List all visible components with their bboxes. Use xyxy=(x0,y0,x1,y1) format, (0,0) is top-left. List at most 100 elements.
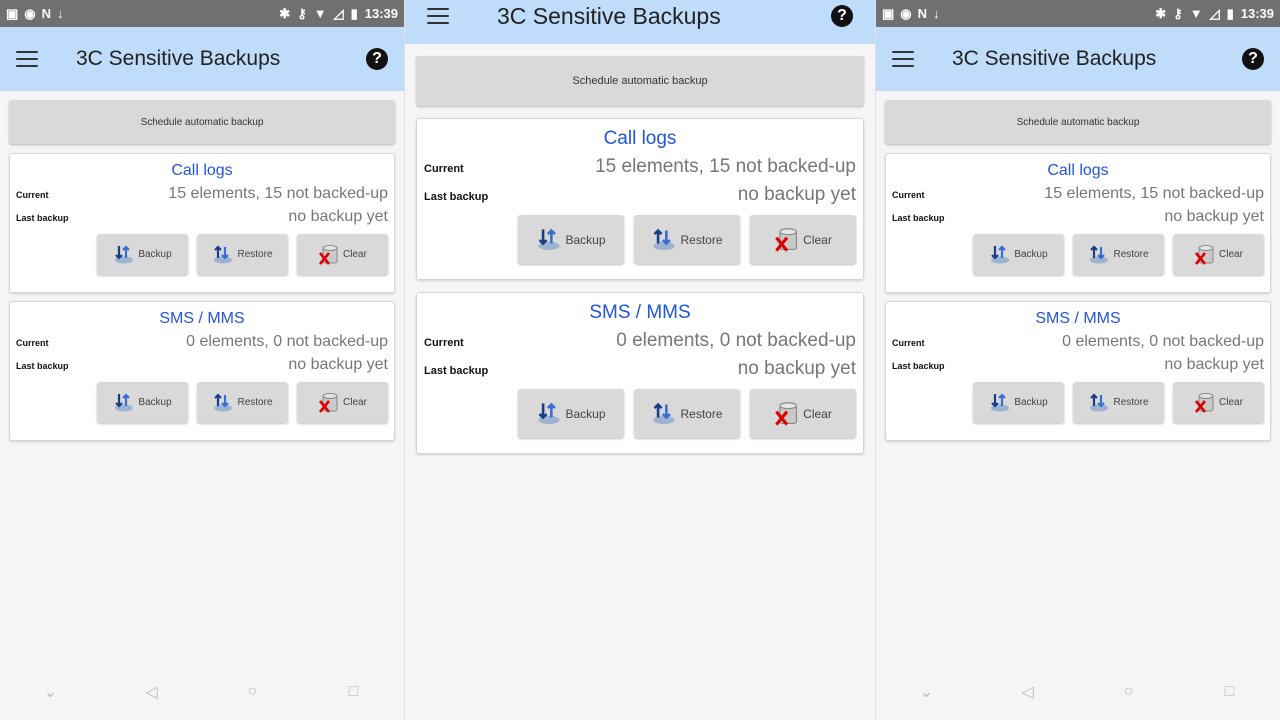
backup-label: Backup xyxy=(1014,249,1048,260)
card-title: Call logs xyxy=(171,162,233,179)
database-delete-icon xyxy=(318,244,340,266)
call-logs-card: Call logs Current 15 elements, 15 not bac… xyxy=(885,153,1271,293)
backup-button[interactable]: Backup xyxy=(518,389,624,438)
backup-button[interactable]: Backup xyxy=(973,382,1064,423)
hamburger-menu-icon[interactable] xyxy=(16,51,38,67)
database-delete-icon xyxy=(1194,392,1216,414)
current-value: 15 elements, 15 not backed-up xyxy=(595,156,856,177)
chevron-down-icon[interactable]: ⌄ xyxy=(907,682,947,702)
schedule-backup-button[interactable]: Schedule automatic backup xyxy=(9,100,395,144)
clear-button[interactable]: Clear xyxy=(297,234,388,275)
home-icon[interactable]: ○ xyxy=(1109,683,1149,701)
clear-button[interactable]: Clear xyxy=(750,389,856,438)
current-value: 0 elements, 0 not backed-up xyxy=(186,333,388,350)
vpn-key-icon: ⚷ xyxy=(297,6,307,21)
status-time: 13:39 xyxy=(364,6,398,21)
hamburger-menu-icon[interactable] xyxy=(892,51,914,67)
main-content: Schedule automatic backup Call logs Curr… xyxy=(416,56,864,454)
clear-label: Clear xyxy=(1219,397,1243,408)
app-notification-icon: ◉ xyxy=(900,6,912,21)
backup-arrows-icon xyxy=(989,392,1011,414)
backup-button[interactable]: Backup xyxy=(518,215,624,264)
status-bar: ▣ ◉ N ↓ ✱ ⚷ ▼ ◿ ▮ 13:39 xyxy=(0,0,404,27)
clear-button[interactable]: Clear xyxy=(750,215,856,264)
backup-label: Backup xyxy=(138,249,172,260)
app-bar: 3C Sensitive Backups ? xyxy=(876,27,1280,91)
restore-label: Restore xyxy=(680,232,723,247)
back-icon[interactable]: ◁ xyxy=(1008,682,1048,702)
clear-label: Clear xyxy=(803,406,832,421)
schedule-backup-button[interactable]: Schedule automatic backup xyxy=(416,56,864,106)
app-bar: 3C Sensitive Backups ? xyxy=(0,27,404,91)
last-backup-label: Last backup xyxy=(892,213,945,223)
current-value: 0 elements, 0 not backed-up xyxy=(616,330,856,351)
card-title: SMS / MMS xyxy=(1035,310,1121,327)
schedule-backup-button[interactable]: Schedule automatic backup xyxy=(885,100,1271,144)
clear-button[interactable]: Clear xyxy=(1173,234,1264,275)
database-delete-icon xyxy=(774,227,800,253)
restore-arrows-icon xyxy=(1088,244,1110,266)
phone-screen-right: ▣ ◉ N ↓ ✱ ⚷ ▼ ◿ ▮ 13:39 3C Sensitive Bac… xyxy=(876,0,1280,720)
backup-label: Backup xyxy=(1014,397,1048,408)
help-circle-icon[interactable]: ? xyxy=(831,5,853,27)
current-value: 15 elements, 15 not backed-up xyxy=(168,185,388,202)
current-label: Current xyxy=(892,190,925,200)
navigation-bar: ⌄ ◁ ○ □ xyxy=(0,664,404,720)
home-icon[interactable]: ○ xyxy=(233,683,273,701)
sms-mms-card: SMS / MMS Current 0 elements, 0 not backe… xyxy=(885,301,1271,441)
status-time: 13:39 xyxy=(1240,6,1274,21)
last-backup-label: Last backup xyxy=(424,191,489,203)
app-title: 3C Sensitive Backups xyxy=(497,2,721,29)
backup-arrows-icon xyxy=(113,244,135,266)
clear-label: Clear xyxy=(343,249,367,260)
help-circle-icon[interactable]: ? xyxy=(366,48,388,70)
app-bar: 3C Sensitive Backups ? xyxy=(405,0,875,44)
main-content: Schedule automatic backup Call logs Curr… xyxy=(9,100,395,441)
wifi-icon: ▼ xyxy=(313,6,327,21)
notification-icon: ▣ xyxy=(6,6,19,21)
restore-button[interactable]: Restore xyxy=(197,234,288,275)
back-icon[interactable]: ◁ xyxy=(132,682,172,702)
call-logs-card: Call logs Current 15 elements, 15 not bac… xyxy=(9,153,395,293)
recents-icon[interactable]: □ xyxy=(334,683,374,701)
backup-button[interactable]: Backup xyxy=(97,234,188,275)
recents-icon[interactable]: □ xyxy=(1210,683,1250,701)
download-icon: ↓ xyxy=(57,6,64,21)
backup-arrows-icon xyxy=(113,392,135,414)
restore-button[interactable]: Restore xyxy=(1073,234,1164,275)
restore-button[interactable]: Restore xyxy=(1073,382,1164,423)
clear-label: Clear xyxy=(343,397,367,408)
chevron-down-icon[interactable]: ⌄ xyxy=(31,682,71,702)
database-delete-icon xyxy=(318,392,340,414)
restore-button[interactable]: Restore xyxy=(634,215,740,264)
help-circle-icon[interactable]: ? xyxy=(1242,48,1264,70)
clear-button[interactable]: Clear xyxy=(1173,382,1264,423)
clear-label: Clear xyxy=(803,232,832,247)
phone-screen-left: ▣ ◉ N ↓ ✱ ⚷ ▼ ◿ ▮ 13:39 3C Sensitive Bac… xyxy=(0,0,404,720)
card-title: SMS / MMS xyxy=(159,310,245,327)
current-label: Current xyxy=(424,163,464,175)
restore-label: Restore xyxy=(1113,249,1149,260)
sms-mms-card: SMS / MMS Current 0 elements, 0 not backe… xyxy=(9,301,395,441)
clear-label: Clear xyxy=(1219,249,1243,260)
restore-button[interactable]: Restore xyxy=(197,382,288,423)
restore-button[interactable]: Restore xyxy=(634,389,740,438)
current-label: Current xyxy=(16,338,49,348)
restore-label: Restore xyxy=(237,397,273,408)
app-title: 3C Sensitive Backups xyxy=(76,47,281,70)
hamburger-menu-icon[interactable] xyxy=(427,8,449,24)
sms-mms-card: SMS / MMS Current 0 elements, 0 not backe… xyxy=(416,292,864,454)
backup-button[interactable]: Backup xyxy=(973,234,1064,275)
main-content: Schedule automatic backup Call logs Curr… xyxy=(885,100,1271,441)
phone-screen-middle: 3C Sensitive Backups ? Schedule automati… xyxy=(404,0,876,720)
restore-arrows-icon xyxy=(651,227,677,253)
last-backup-label: Last backup xyxy=(16,361,69,371)
current-value: 0 elements, 0 not backed-up xyxy=(1062,333,1264,350)
backup-button[interactable]: Backup xyxy=(97,382,188,423)
clear-button[interactable]: Clear xyxy=(297,382,388,423)
card-title: Call logs xyxy=(603,128,677,149)
restore-arrows-icon xyxy=(651,401,677,427)
navigation-bar: ⌄ ◁ ○ □ xyxy=(876,664,1280,720)
card-title: SMS / MMS xyxy=(589,302,691,323)
app-notification-icon: ◉ xyxy=(24,6,36,21)
